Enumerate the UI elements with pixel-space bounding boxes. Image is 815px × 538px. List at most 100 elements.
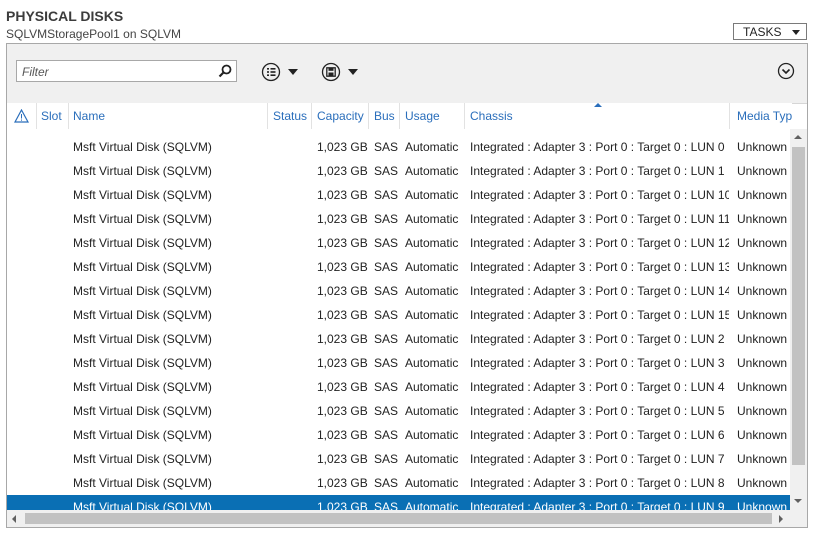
cell-media-type: Unknown	[737, 164, 788, 178]
cell-name: Msft Virtual Disk (SQLVM)	[73, 188, 212, 202]
cell-bus: SAS	[374, 356, 399, 370]
section-title: PHYSICAL DISKS	[6, 8, 124, 24]
cell-usage: Automatic	[405, 260, 459, 274]
table-row[interactable]: Msft Virtual Disk (SQLVM) 1,023 GB SAS Auto…	[7, 495, 790, 510]
scroll-down-icon[interactable]	[794, 499, 802, 503]
cell-media-type: Unknown	[737, 332, 788, 346]
cell-name: Msft Virtual Disk (SQLVM)	[73, 164, 212, 178]
cell-status	[268, 255, 311, 279]
filter-box[interactable]	[16, 60, 237, 82]
cell-name: Msft Virtual Disk (SQLVM)	[73, 428, 212, 442]
table-row[interactable]: Msft Virtual Disk (SQLVM) 1,023 GB SAS Auto…	[7, 423, 790, 447]
horizontal-scroll-thumb[interactable]	[25, 513, 772, 524]
column-header-status[interactable]: Status	[268, 103, 311, 129]
cell-capacity: 1,023 GB	[317, 188, 368, 202]
column-header-usage[interactable]: Usage	[400, 103, 463, 129]
vertical-scroll-thumb[interactable]	[792, 147, 805, 465]
warning-icon	[14, 109, 29, 123]
table-row[interactable]: Msft Virtual Disk (SQLVM) 1,023 GB SAS Auto…	[7, 327, 790, 351]
table-row[interactable]: Msft Virtual Disk (SQLVM) 1,023 GB SAS Auto…	[7, 135, 790, 159]
list-view-button[interactable]	[261, 61, 301, 83]
chevron-down-circle-icon[interactable]	[777, 62, 795, 80]
table-row[interactable]: Msft Virtual Disk (SQLVM) 1,023 GB SAS Auto…	[7, 159, 790, 183]
cell-status	[268, 351, 311, 375]
cell-chassis: Integrated : Adapter 3 : Port 0 : Target…	[470, 404, 725, 418]
table-row[interactable]: Msft Virtual Disk (SQLVM) 1,023 GB SAS Auto…	[7, 207, 790, 231]
cell-bus: SAS	[374, 308, 399, 322]
list-view-icon	[261, 62, 281, 82]
cell-status	[268, 279, 311, 303]
table-row[interactable]: Msft Virtual Disk (SQLVM) 1,023 GB SAS Auto…	[7, 183, 790, 207]
cell-usage: Automatic	[405, 284, 459, 298]
filter-input[interactable]	[20, 63, 214, 81]
table-row[interactable]: Msft Virtual Disk (SQLVM) 1,023 GB SAS Auto…	[7, 375, 790, 399]
cell-status	[268, 303, 311, 327]
cell-status	[268, 327, 311, 351]
tasks-label: TASKS	[743, 25, 782, 39]
cell-bus: SAS	[374, 212, 399, 226]
physical-disks-panel: Slot Name Status Capacity Bus Usage Chas…	[6, 43, 808, 528]
cell-bus: SAS	[374, 284, 399, 298]
scroll-left-icon[interactable]	[12, 515, 16, 523]
warning-column-header[interactable]	[7, 103, 36, 129]
cell-usage: Automatic	[405, 452, 459, 466]
cell-usage: Automatic	[405, 380, 459, 394]
cell-chassis: Integrated : Adapter 3 : Port 0 : Target…	[470, 212, 729, 226]
save-query-icon	[321, 62, 341, 82]
column-header-media-type[interactable]: Media Typ	[732, 103, 792, 129]
column-header-name[interactable]: Name	[68, 103, 267, 129]
cell-capacity: 1,023 GB	[317, 500, 368, 510]
cell-chassis: Integrated : Adapter 3 : Port 0 : Target…	[470, 188, 729, 202]
horizontal-scrollbar[interactable]	[7, 510, 807, 527]
cell-name: Msft Virtual Disk (SQLVM)	[73, 476, 212, 490]
column-header-slot[interactable]: Slot	[36, 103, 68, 129]
table-row[interactable]: Msft Virtual Disk (SQLVM) 1,023 GB SAS Auto…	[7, 255, 790, 279]
cell-capacity: 1,023 GB	[317, 260, 368, 274]
cell-media-type: Unknown	[737, 500, 788, 510]
tasks-button[interactable]: TASKS	[733, 23, 807, 40]
cell-status	[268, 159, 311, 183]
cell-status	[268, 399, 311, 423]
cell-media-type: Unknown	[737, 476, 788, 490]
table-row[interactable]: Msft Virtual Disk (SQLVM) 1,023 GB SAS Auto…	[7, 351, 790, 375]
search-icon[interactable]	[217, 63, 233, 79]
scroll-up-icon[interactable]	[794, 135, 802, 139]
save-query-button[interactable]	[321, 61, 361, 83]
table-header: Slot Name Status Capacity Bus Usage Chas…	[7, 103, 792, 129]
cell-name: Msft Virtual Disk (SQLVM)	[73, 332, 212, 346]
section-subtitle: SQLVMStoragePool1 on SQLVM	[6, 27, 181, 41]
cell-name: Msft Virtual Disk (SQLVM)	[73, 212, 212, 226]
cell-usage: Automatic	[405, 236, 459, 250]
cell-bus: SAS	[374, 332, 399, 346]
table-row[interactable]: Msft Virtual Disk (SQLVM) 1,023 GB SAS Auto…	[7, 303, 790, 327]
cell-name: Msft Virtual Disk (SQLVM)	[73, 140, 212, 154]
column-header-capacity[interactable]: Capacity	[312, 103, 367, 129]
dropdown-arrow-icon	[792, 30, 800, 35]
sort-ascending-icon	[594, 103, 602, 107]
table-row[interactable]: Msft Virtual Disk (SQLVM) 1,023 GB SAS Auto…	[7, 231, 790, 255]
cell-chassis: Integrated : Adapter 3 : Port 0 : Target…	[470, 356, 725, 370]
table-row[interactable]: Msft Virtual Disk (SQLVM) 1,023 GB SAS Auto…	[7, 447, 790, 471]
cell-name: Msft Virtual Disk (SQLVM)	[73, 380, 212, 394]
table-row[interactable]: Msft Virtual Disk (SQLVM) 1,023 GB SAS Auto…	[7, 471, 790, 495]
cell-media-type: Unknown	[737, 236, 788, 250]
cell-chassis: Integrated : Adapter 3 : Port 0 : Target…	[470, 428, 725, 442]
cell-capacity: 1,023 GB	[317, 236, 368, 250]
column-header-bus[interactable]: Bus	[369, 103, 398, 129]
table-row[interactable]: Msft Virtual Disk (SQLVM) 1,023 GB SAS Auto…	[7, 279, 790, 303]
cell-name: Msft Virtual Disk (SQLVM)	[73, 452, 212, 466]
cell-status	[268, 207, 311, 231]
cell-status	[268, 495, 311, 510]
cell-capacity: 1,023 GB	[317, 452, 368, 466]
cell-usage: Automatic	[405, 404, 459, 418]
vertical-scrollbar[interactable]	[790, 129, 807, 510]
cell-bus: SAS	[374, 404, 399, 418]
scroll-right-icon[interactable]	[779, 515, 783, 523]
cell-usage: Automatic	[405, 332, 459, 346]
cell-capacity: 1,023 GB	[317, 476, 368, 490]
cell-chassis: Integrated : Adapter 3 : Port 0 : Target…	[470, 236, 729, 250]
table-row[interactable]: Msft Virtual Disk (SQLVM) 1,023 GB SAS Auto…	[7, 399, 790, 423]
cell-capacity: 1,023 GB	[317, 332, 368, 346]
cell-chassis: Integrated : Adapter 3 : Port 0 : Target…	[470, 260, 729, 274]
cell-usage: Automatic	[405, 140, 459, 154]
